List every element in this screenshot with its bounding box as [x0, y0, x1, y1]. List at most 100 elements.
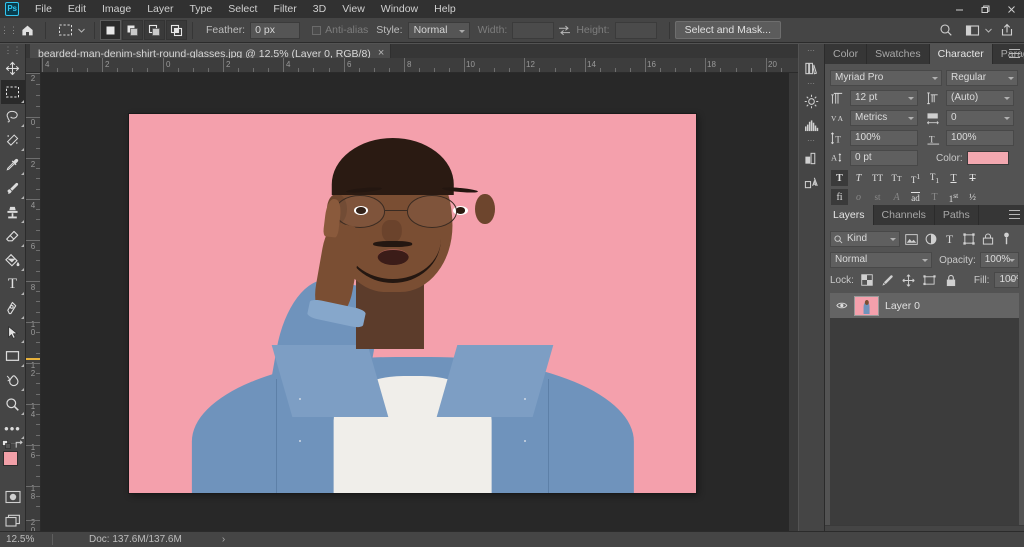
- edit-toolbar-tool[interactable]: •••: [1, 416, 25, 440]
- font-size-input[interactable]: 12 pt: [850, 90, 918, 106]
- select-and-mask-button[interactable]: Select and Mask...: [674, 21, 781, 39]
- faux-italic-button[interactable]: T: [850, 170, 867, 186]
- swash-button[interactable]: A: [888, 189, 905, 205]
- subscript-button[interactable]: T1: [926, 170, 943, 186]
- dock-grip[interactable]: ⋯: [807, 47, 816, 56]
- dock-grip[interactable]: ⋯: [807, 80, 816, 89]
- eyedropper-tool[interactable]: [1, 152, 25, 176]
- character-styles-panel-icon[interactable]: [800, 170, 824, 194]
- menu-select[interactable]: Select: [220, 0, 265, 18]
- small-caps-button[interactable]: TT: [888, 170, 905, 186]
- standard-ligatures-button[interactable]: fi: [831, 189, 848, 205]
- default-colors-icon[interactable]: [1, 440, 11, 449]
- tab-layers[interactable]: Layers: [825, 205, 874, 225]
- lock-artboard-nesting-icon[interactable]: [922, 272, 938, 288]
- lock-all-icon[interactable]: [943, 272, 959, 288]
- style-select[interactable]: Normal: [407, 21, 470, 39]
- vertical-ruler[interactable]: 2 0 2 4 6 8 10 12 14 16 18 20: [26, 73, 41, 531]
- lock-image-pixels-icon[interactable]: [880, 272, 896, 288]
- close-icon[interactable]: ×: [378, 48, 384, 59]
- menu-help[interactable]: Help: [426, 0, 464, 18]
- all-caps-button[interactable]: TT: [869, 170, 886, 186]
- vertical-scrollbar[interactable]: [789, 73, 798, 531]
- dock-grip[interactable]: ⋯: [807, 137, 816, 146]
- tab-paths[interactable]: Paths: [934, 205, 979, 225]
- pixel-layers-filter-icon[interactable]: [904, 232, 919, 247]
- canvas-area[interactable]: [41, 73, 798, 531]
- font-family-select[interactable]: Myriad Pro: [830, 70, 942, 86]
- menu-filter[interactable]: Filter: [265, 0, 304, 18]
- menu-image[interactable]: Image: [94, 0, 139, 18]
- type-layers-filter-icon[interactable]: T: [942, 232, 957, 247]
- add-to-selection-button[interactable]: [122, 20, 143, 40]
- properties-panel-icon[interactable]: [800, 146, 824, 170]
- faux-bold-button[interactable]: T: [831, 170, 848, 186]
- height-input[interactable]: [614, 21, 657, 39]
- panel-menu-icon[interactable]: [1009, 210, 1020, 219]
- swap-colors-icon[interactable]: [15, 440, 24, 448]
- menu-layer[interactable]: Layer: [139, 0, 181, 18]
- document-canvas[interactable]: [129, 114, 696, 493]
- options-bar-grip[interactable]: ⋮⋮: [0, 18, 18, 42]
- fill-input[interactable]: 100%: [994, 272, 1019, 288]
- home-icon[interactable]: [14, 19, 40, 42]
- ruler-origin[interactable]: [26, 58, 41, 73]
- foreground-color-swatch[interactable]: [2, 451, 18, 466]
- restore-icon[interactable]: [972, 0, 998, 18]
- tab-color[interactable]: Color: [825, 44, 868, 64]
- quick-selection-tool[interactable]: [1, 128, 25, 152]
- minimize-icon[interactable]: [946, 0, 972, 18]
- old-style-button[interactable]: ad: [907, 189, 924, 205]
- new-selection-button[interactable]: [100, 20, 121, 40]
- rectangular-marquee-tool[interactable]: [0, 80, 25, 104]
- vertical-scale-input[interactable]: 100%: [850, 130, 918, 146]
- tab-channels[interactable]: Channels: [873, 205, 935, 225]
- strikethrough-button[interactable]: T: [964, 170, 981, 186]
- underline-button[interactable]: T: [945, 170, 962, 186]
- pen-tool[interactable]: [1, 296, 25, 320]
- close-icon[interactable]: [998, 0, 1024, 18]
- shape-layers-filter-icon[interactable]: [961, 232, 976, 247]
- table-row[interactable]: Layer 0: [830, 293, 1019, 319]
- menu-edit[interactable]: Edit: [60, 0, 94, 18]
- lasso-tool[interactable]: [1, 104, 25, 128]
- search-icon[interactable]: [933, 21, 959, 39]
- type-tool[interactable]: T: [1, 272, 25, 296]
- horizontal-ruler[interactable]: 4 2 0 2 4 6 8 10 12 14 16 18 20: [41, 58, 798, 73]
- font-style-select[interactable]: Regular: [946, 70, 1018, 86]
- anti-alias-checkbox[interactable]: [312, 25, 322, 35]
- tool-preset-picker[interactable]: [51, 20, 89, 41]
- screen-mode-icon[interactable]: [1, 509, 25, 533]
- width-input[interactable]: [512, 21, 555, 39]
- toolbar-grip[interactable]: ⋮⋮: [4, 46, 22, 56]
- move-tool[interactable]: [1, 56, 25, 80]
- baseline-shift-input[interactable]: 0 pt: [850, 150, 918, 166]
- menu-3d[interactable]: 3D: [305, 0, 334, 18]
- adjustments-panel-icon[interactable]: [800, 89, 824, 113]
- brush-tool[interactable]: [1, 176, 25, 200]
- feather-input[interactable]: 0 px: [250, 21, 301, 39]
- subtract-from-selection-button[interactable]: [144, 20, 165, 40]
- blend-mode-select[interactable]: Normal: [830, 252, 933, 268]
- superscript-button[interactable]: T1: [907, 170, 924, 186]
- discretionary-ligatures-button[interactable]: st: [869, 189, 886, 205]
- kerning-select[interactable]: Metrics: [850, 110, 918, 126]
- smart-object-filter-icon[interactable]: [980, 232, 995, 247]
- filter-toggle-icon[interactable]: [999, 232, 1014, 247]
- eraser-tool[interactable]: [1, 224, 25, 248]
- tab-swatches[interactable]: Swatches: [867, 44, 930, 64]
- leading-input[interactable]: (Auto): [946, 90, 1014, 106]
- share-icon[interactable]: [994, 21, 1020, 39]
- menu-view[interactable]: View: [334, 0, 373, 18]
- tab-character[interactable]: Character: [929, 44, 993, 64]
- lock-transparent-pixels-icon[interactable]: [859, 272, 875, 288]
- menu-type[interactable]: Type: [181, 0, 220, 18]
- swap-width-height-icon[interactable]: [554, 25, 574, 36]
- contextual-alternates-button[interactable]: o: [850, 189, 867, 205]
- status-expand-arrow[interactable]: ›: [182, 534, 225, 545]
- chevron-down-icon[interactable]: [985, 28, 992, 33]
- menu-file[interactable]: File: [27, 0, 60, 18]
- ordinals-button[interactable]: 1st: [945, 189, 962, 205]
- clone-stamp-tool[interactable]: [1, 200, 25, 224]
- eye-icon[interactable]: [835, 301, 848, 310]
